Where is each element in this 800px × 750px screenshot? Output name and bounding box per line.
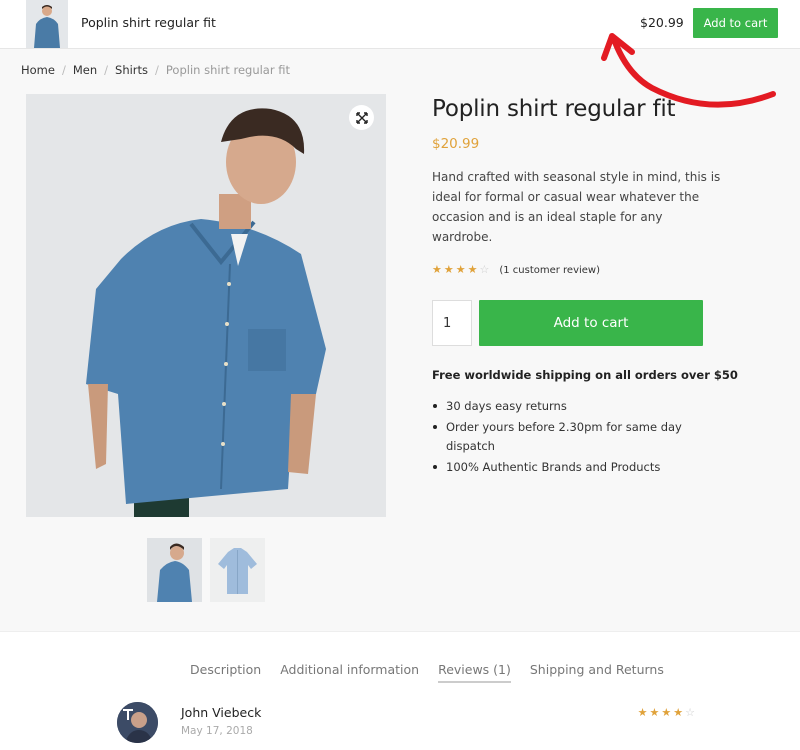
sticky-product-title: Poplin shirt regular fit bbox=[81, 15, 216, 30]
list-item: Order yours before 2.30pm for same day d… bbox=[432, 418, 712, 456]
breadcrumb-separator: / bbox=[61, 63, 66, 77]
breadcrumb-current: Poplin shirt regular fit bbox=[165, 63, 290, 77]
breadcrumb-men[interactable]: Men bbox=[73, 63, 97, 77]
tab-reviews[interactable]: Reviews (1) bbox=[438, 662, 511, 683]
review-date: May 17, 2018 bbox=[181, 725, 253, 737]
product-description: Hand crafted with seasonal style in mind… bbox=[432, 170, 721, 244]
breadcrumb: Home / Men / Shirts / Poplin shirt regular fit bbox=[21, 63, 290, 77]
review-rating-stars: ★★★★☆ bbox=[637, 706, 697, 719]
review-count-link[interactable]: (1 customer review) bbox=[499, 265, 600, 276]
sticky-product-thumbnail[interactable] bbox=[26, 0, 68, 48]
tab-additional-information[interactable]: Additional information bbox=[280, 662, 419, 683]
product-features-list: 30 days easy returns Order yours before … bbox=[432, 397, 712, 479]
breadcrumb-separator: / bbox=[104, 63, 109, 77]
list-item: 100% Authentic Brands and Products bbox=[432, 458, 712, 477]
product-title: Poplin shirt regular fit bbox=[432, 96, 676, 122]
expand-icon bbox=[355, 111, 368, 124]
breadcrumb-home[interactable]: Home bbox=[21, 63, 55, 77]
main-product-image[interactable] bbox=[26, 94, 386, 517]
add-to-cart-button[interactable]: Add to cart bbox=[479, 300, 703, 346]
shipping-title: Free worldwide shipping on all orders ov… bbox=[432, 368, 738, 382]
tab-shipping-returns[interactable]: Shipping and Returns bbox=[530, 662, 664, 683]
sticky-product-price: $20.99 bbox=[640, 15, 684, 30]
zoom-button[interactable] bbox=[349, 105, 374, 130]
product-tabs: Description Additional information Revie… bbox=[190, 662, 683, 683]
thumbnail-model[interactable] bbox=[147, 538, 202, 602]
review-item: John Viebeck May 17, 2018 ★★★★☆ bbox=[117, 702, 697, 746]
product-price: $20.99 bbox=[432, 136, 480, 152]
product-rating: ★★★★☆ (1 customer review) bbox=[432, 263, 600, 276]
product-tabs-section: Description Additional information Revie… bbox=[0, 631, 800, 750]
breadcrumb-separator: / bbox=[155, 63, 159, 77]
list-item: 30 days easy returns bbox=[432, 397, 712, 416]
avatar bbox=[117, 702, 158, 743]
quantity-input[interactable] bbox=[432, 300, 472, 346]
rating-stars: ★★★★☆ bbox=[432, 263, 492, 276]
reviewer-name: John Viebeck bbox=[181, 705, 262, 720]
thumbnail-shirt[interactable] bbox=[210, 538, 265, 602]
tab-description[interactable]: Description bbox=[190, 662, 261, 683]
breadcrumb-shirts[interactable]: Shirts bbox=[115, 63, 148, 77]
